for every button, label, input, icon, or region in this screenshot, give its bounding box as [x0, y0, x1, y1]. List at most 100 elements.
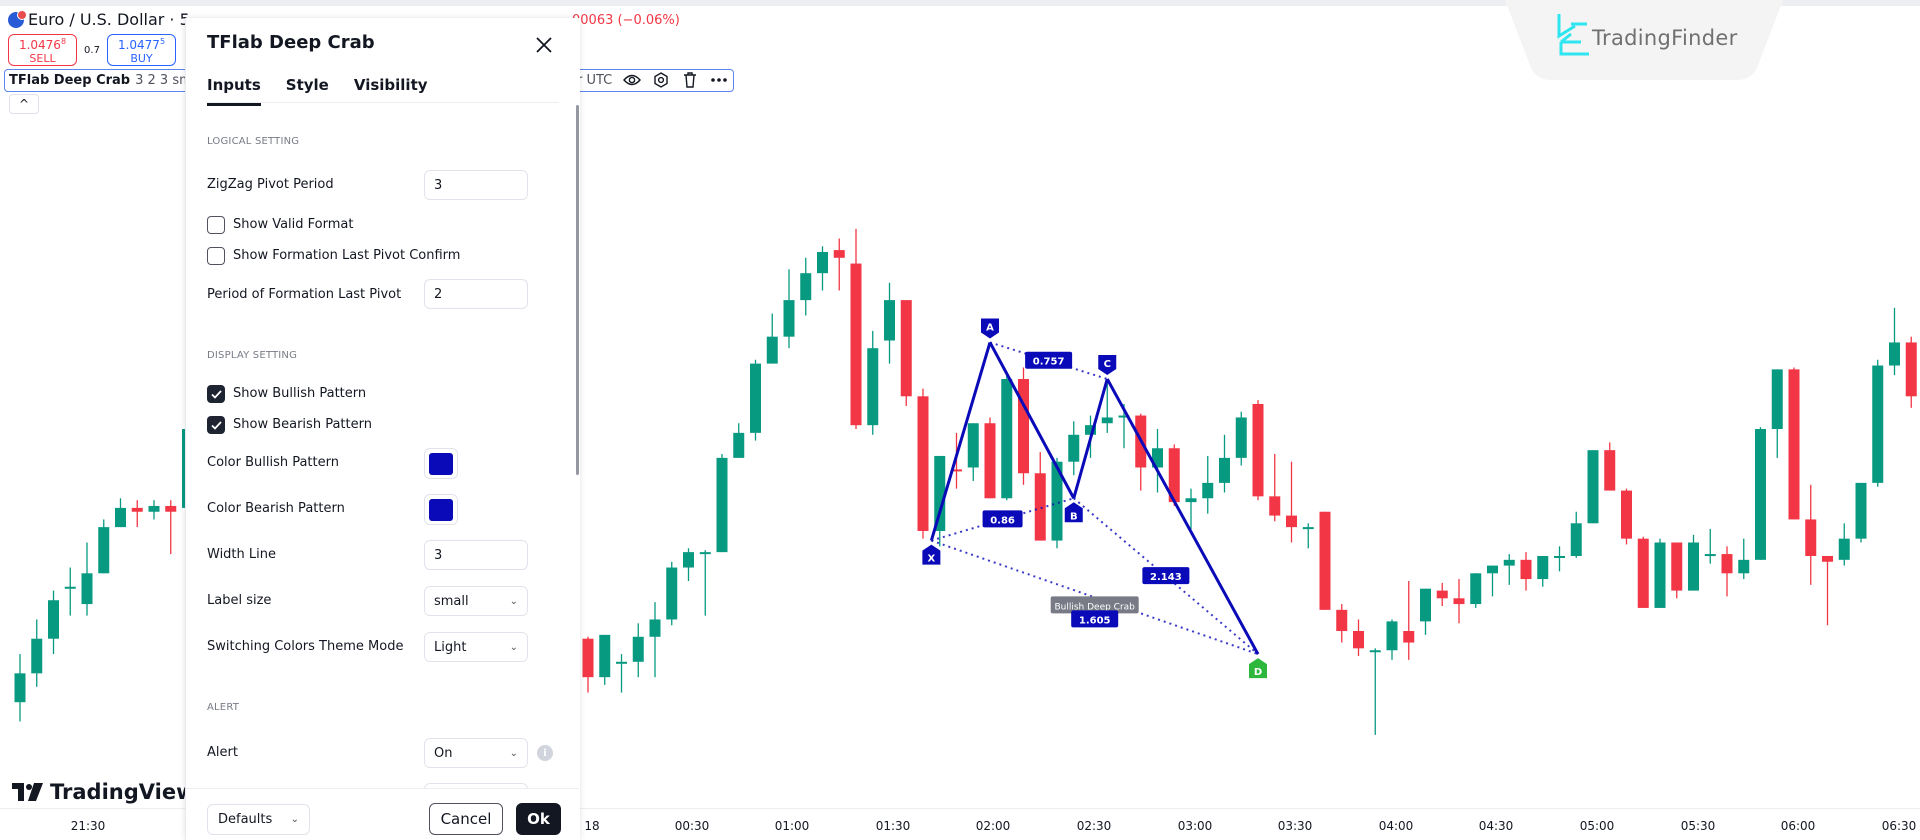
- candle-body: [1570, 523, 1582, 556]
- tradingview-logo[interactable]: TradingView: [12, 780, 195, 804]
- tradingview-logo-icon: [12, 783, 43, 801]
- show-valid-format-checkbox[interactable]: [207, 216, 225, 234]
- alert-select[interactable]: On ⌄: [424, 738, 528, 768]
- candle-8: [716, 454, 728, 553]
- checkmark-icon: [210, 389, 222, 399]
- show-bearish-pattern-checkbox[interactable]: [207, 416, 225, 434]
- candle-body: [1721, 554, 1733, 574]
- candle-body: [750, 363, 761, 433]
- candle-0: [582, 636, 594, 693]
- candle-left-0: [14, 654, 26, 722]
- candle-body: [1738, 559, 1750, 574]
- candle-body: [48, 600, 59, 639]
- candle-33: [1135, 413, 1147, 491]
- indicator-tail-text: r UTC: [577, 72, 613, 88]
- candle-body: [1202, 482, 1214, 499]
- candle-body: [733, 432, 745, 458]
- candle-11: [766, 313, 778, 364]
- candle-53: [1470, 573, 1482, 608]
- more-icon[interactable]: [710, 71, 728, 89]
- candle-18: [884, 282, 895, 364]
- candle-75: [1838, 523, 1850, 566]
- candle-body: [1219, 457, 1230, 483]
- candle-left-9: [165, 500, 177, 555]
- show-bullish-pattern-label[interactable]: Show Bullish Pattern: [233, 386, 366, 401]
- settings-icon[interactable]: [652, 71, 670, 89]
- candle-body: [1001, 378, 1013, 499]
- candle-54: [1487, 565, 1498, 597]
- period-formation-input[interactable]: 2: [424, 279, 528, 309]
- cancel-button[interactable]: Cancel: [429, 803, 503, 835]
- candle-body: [850, 263, 862, 426]
- candle-body: [81, 573, 93, 605]
- time-tick-label: 01:30: [875, 819, 911, 833]
- candle-body: [1302, 527, 1314, 530]
- candle-body: [1654, 542, 1666, 608]
- eye-icon[interactable]: [623, 71, 642, 89]
- candle-39: [1235, 411, 1247, 466]
- candle-38: [1219, 434, 1230, 493]
- zigzag-pivot-period-label: ZigZag Pivot Period: [207, 177, 334, 192]
- show-bullish-pattern-checkbox[interactable]: [207, 385, 225, 403]
- buy-button[interactable]: 1.04775 BUY: [107, 34, 176, 66]
- candle-left-7: [131, 500, 143, 528]
- candle-body: [1269, 496, 1281, 516]
- candle-body: [115, 507, 126, 528]
- candle-left-1: [31, 619, 43, 687]
- chevron-down-icon: ⌄: [509, 747, 518, 759]
- candle-body: [1068, 434, 1080, 462]
- candle-9: [733, 423, 745, 458]
- chevron-down-icon: ⌄: [509, 641, 518, 653]
- time-tick-label: 03:30: [1277, 819, 1313, 833]
- candle-body: [1822, 555, 1833, 562]
- candle-body: [1688, 542, 1699, 591]
- candle-37: [1202, 455, 1214, 514]
- ok-button[interactable]: Ok: [516, 803, 561, 835]
- candle-body: [934, 455, 946, 531]
- color-bullish-pattern-picker[interactable]: [424, 448, 458, 479]
- close-button[interactable]: [531, 32, 557, 58]
- theme-mode-label: Switching Colors Theme Mode: [207, 639, 404, 654]
- width-line-input[interactable]: 3: [424, 540, 528, 570]
- candle-body: [1520, 559, 1532, 580]
- candle-59: [1570, 511, 1582, 558]
- info-icon[interactable]: i: [537, 745, 553, 761]
- symbol-name: Euro / U.S. Dollar · 5: [28, 10, 190, 29]
- trash-icon[interactable]: [681, 71, 699, 89]
- period-formation-label: Period of Formation Last Pivot: [207, 287, 402, 302]
- color-bearish-pattern-picker[interactable]: [424, 494, 458, 525]
- candle-body: [1621, 490, 1632, 539]
- defaults-button[interactable]: Defaults ⌄: [207, 804, 310, 835]
- chevron-down-icon: ⌄: [509, 595, 518, 607]
- symbol-title[interactable]: Euro / U.S. Dollar · 5: [8, 9, 190, 29]
- candle-12: [783, 269, 795, 349]
- candle-79: [1905, 336, 1917, 408]
- show-bearish-pattern-label[interactable]: Show Bearish Pattern: [233, 417, 372, 432]
- candle-27: [1034, 452, 1046, 541]
- pivot-label-B: B: [1070, 511, 1078, 522]
- sell-price: 1.04768: [18, 37, 67, 52]
- show-formation-last-pivot-confirm-label[interactable]: Show Formation Last Pivot Confirm: [233, 248, 460, 263]
- indicator-name: TFlab Deep Crab: [9, 73, 131, 88]
- time-tick-label: 06:30: [1881, 819, 1917, 833]
- candle-20: [917, 388, 929, 539]
- label-size-select[interactable]: small ⌄: [424, 586, 528, 616]
- dialog-scrollbar[interactable]: [576, 105, 579, 475]
- spread-value: 0.7: [84, 44, 100, 56]
- zigzag-pivot-period-input[interactable]: 3: [424, 170, 528, 200]
- candle-body: [1889, 342, 1900, 366]
- candle-body: [1235, 417, 1247, 458]
- candle-body: [1788, 369, 1800, 520]
- alert-value: On: [434, 745, 453, 761]
- collapse-legend-button[interactable]: ^: [9, 94, 39, 114]
- theme-mode-select[interactable]: Light ⌄: [424, 632, 528, 662]
- sell-button[interactable]: 1.04768 SELL: [8, 34, 77, 66]
- defaults-label: Defaults: [218, 812, 273, 827]
- time-tick-label: 00:30: [674, 819, 710, 833]
- candle-body: [984, 423, 996, 499]
- candle-body: [1905, 342, 1917, 397]
- candle-left-3: [64, 567, 76, 616]
- candle-3: [632, 623, 644, 678]
- show-valid-format-label[interactable]: Show Valid Format: [233, 217, 353, 232]
- show-formation-last-pivot-confirm-checkbox[interactable]: [207, 247, 225, 265]
